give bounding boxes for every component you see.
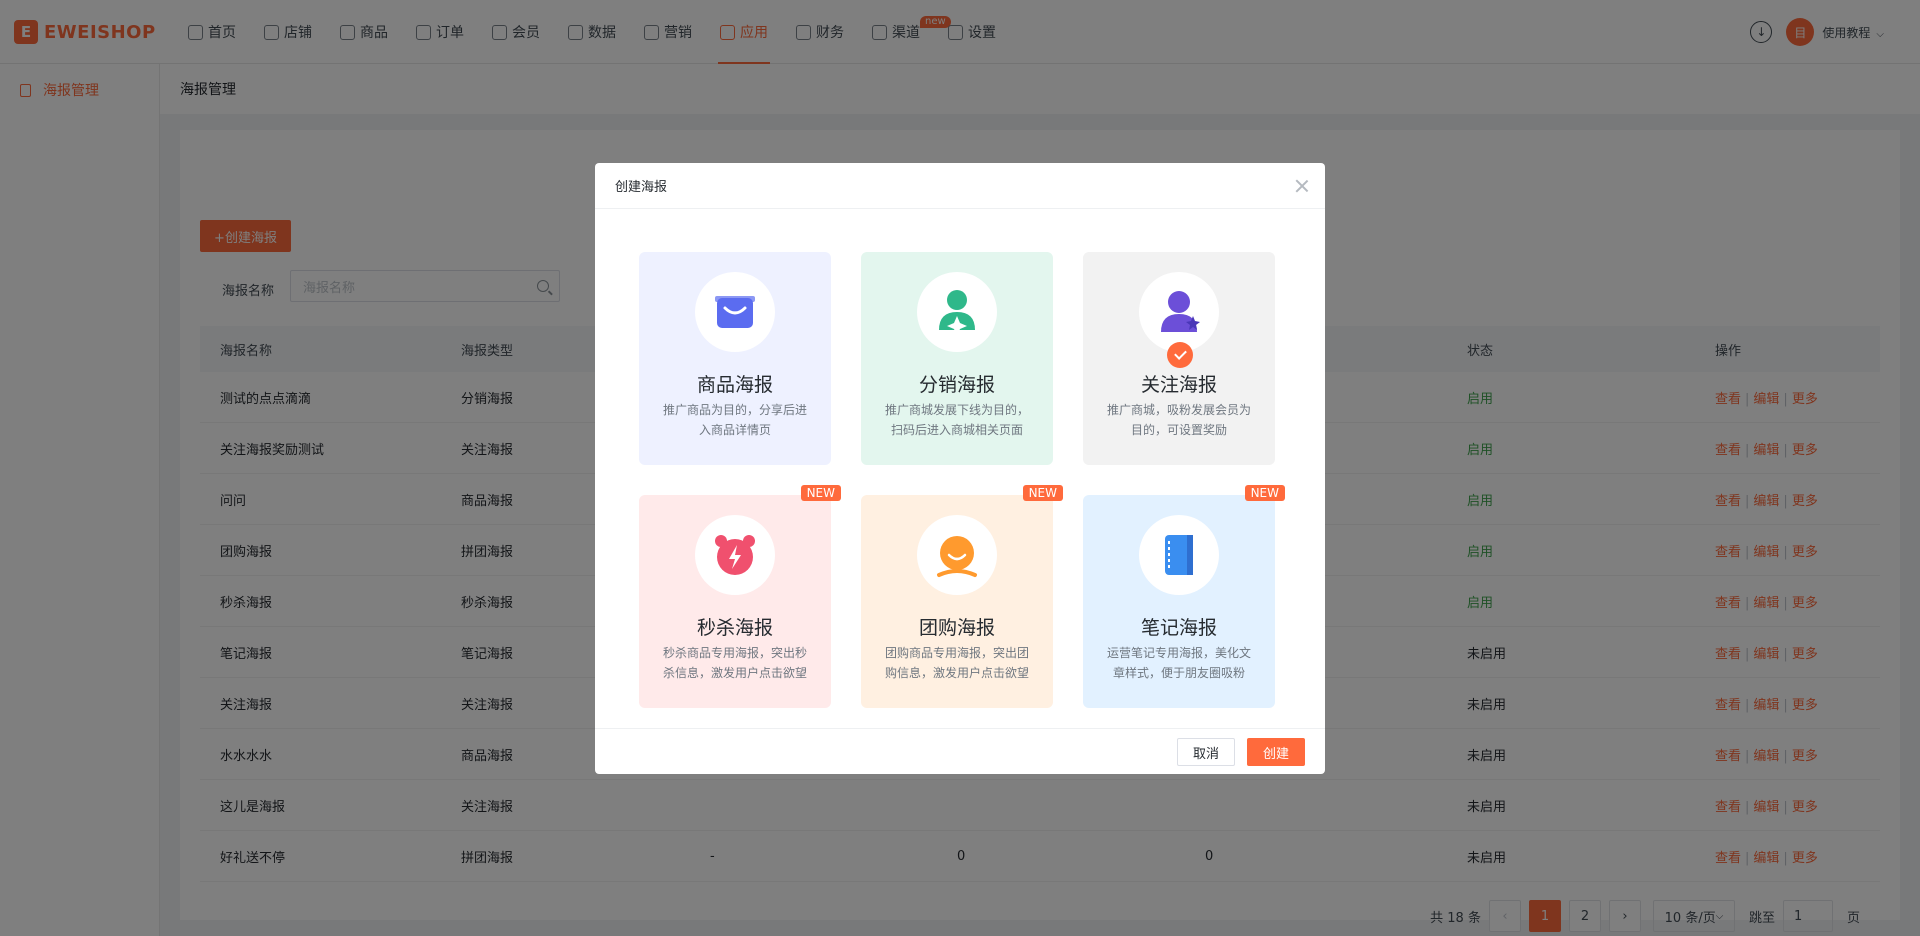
poster-type-card[interactable]: 笔记海报运营笔记专用海报，美化文章样式，便于朋友圈吸粉 NEW [1083, 485, 1285, 708]
confirm-create-button[interactable]: 创建 [1247, 738, 1305, 766]
create-poster-modal: 创建海报 商品海报 推广商品为目的，分享后进入商品详情页 分销海报 推广商城发展下线为… [595, 163, 1325, 774]
shopping-bag-icon [695, 272, 775, 352]
card-description: 推广商城，吸粉发展会员为目的，可设置奖励 [1106, 403, 1251, 437]
card-title: 商品海报 [696, 374, 773, 396]
modal-footer: 取消 创建 [595, 728, 1325, 774]
new-badge: NEW [1244, 485, 1285, 501]
cancel-button[interactable]: 取消 [1177, 738, 1235, 766]
poster-type-card[interactable]: 商品海报推广商品为目的，分享后进入商品详情页 [639, 252, 831, 465]
group-buy-icon [917, 515, 997, 595]
modal-header: 创建海报 [595, 163, 1325, 209]
selected-check-icon [1167, 342, 1193, 368]
new-badge: NEW [800, 485, 841, 501]
notebook-icon [1139, 515, 1219, 595]
alarm-flash-icon [695, 515, 775, 595]
card-title: 关注海报 [1140, 374, 1217, 396]
card-description: 运营笔记专用海报，美化文章样式，便于朋友圈吸粉 [1106, 646, 1251, 680]
card-description: 秒杀商品专用海报，突出秒杀信息，激发用户点击欲望 [662, 646, 807, 680]
modal-title: 创建海报 [615, 180, 668, 195]
card-title: 团购海报 [918, 617, 995, 639]
card-description: 推广商品为目的，分享后进入商品详情页 [662, 403, 807, 437]
new-badge: NEW [1022, 485, 1063, 501]
poster-type-card[interactable]: 秒杀海报秒杀商品专用海报，突出秒杀信息，激发用户点击欲望 NEW [639, 485, 841, 708]
card-title: 秒杀海报 [696, 617, 773, 639]
poster-type-card[interactable]: 分销海报推广商城发展下线为目的，扫码后进入商城相关页面 [861, 252, 1053, 465]
distributor-icon [917, 272, 997, 352]
card-description: 推广商城发展下线为目的，扫码后进入商城相关页面 [884, 403, 1029, 437]
card-title: 分销海报 [918, 374, 995, 396]
card-title: 笔记海报 [1140, 617, 1217, 639]
card-description: 团购商品专用海报，突出团购信息，激发用户点击欲望 [884, 646, 1029, 680]
poster-type-card[interactable]: 关注海报推广商城，吸粉发展会员为目的，可设置奖励 [1083, 252, 1275, 465]
poster-type-card[interactable]: 团购海报团购商品专用海报，突出团购信息，激发用户点击欲望 NEW [861, 485, 1063, 708]
close-icon[interactable] [1295, 179, 1309, 193]
follower-icon [1139, 272, 1219, 352]
